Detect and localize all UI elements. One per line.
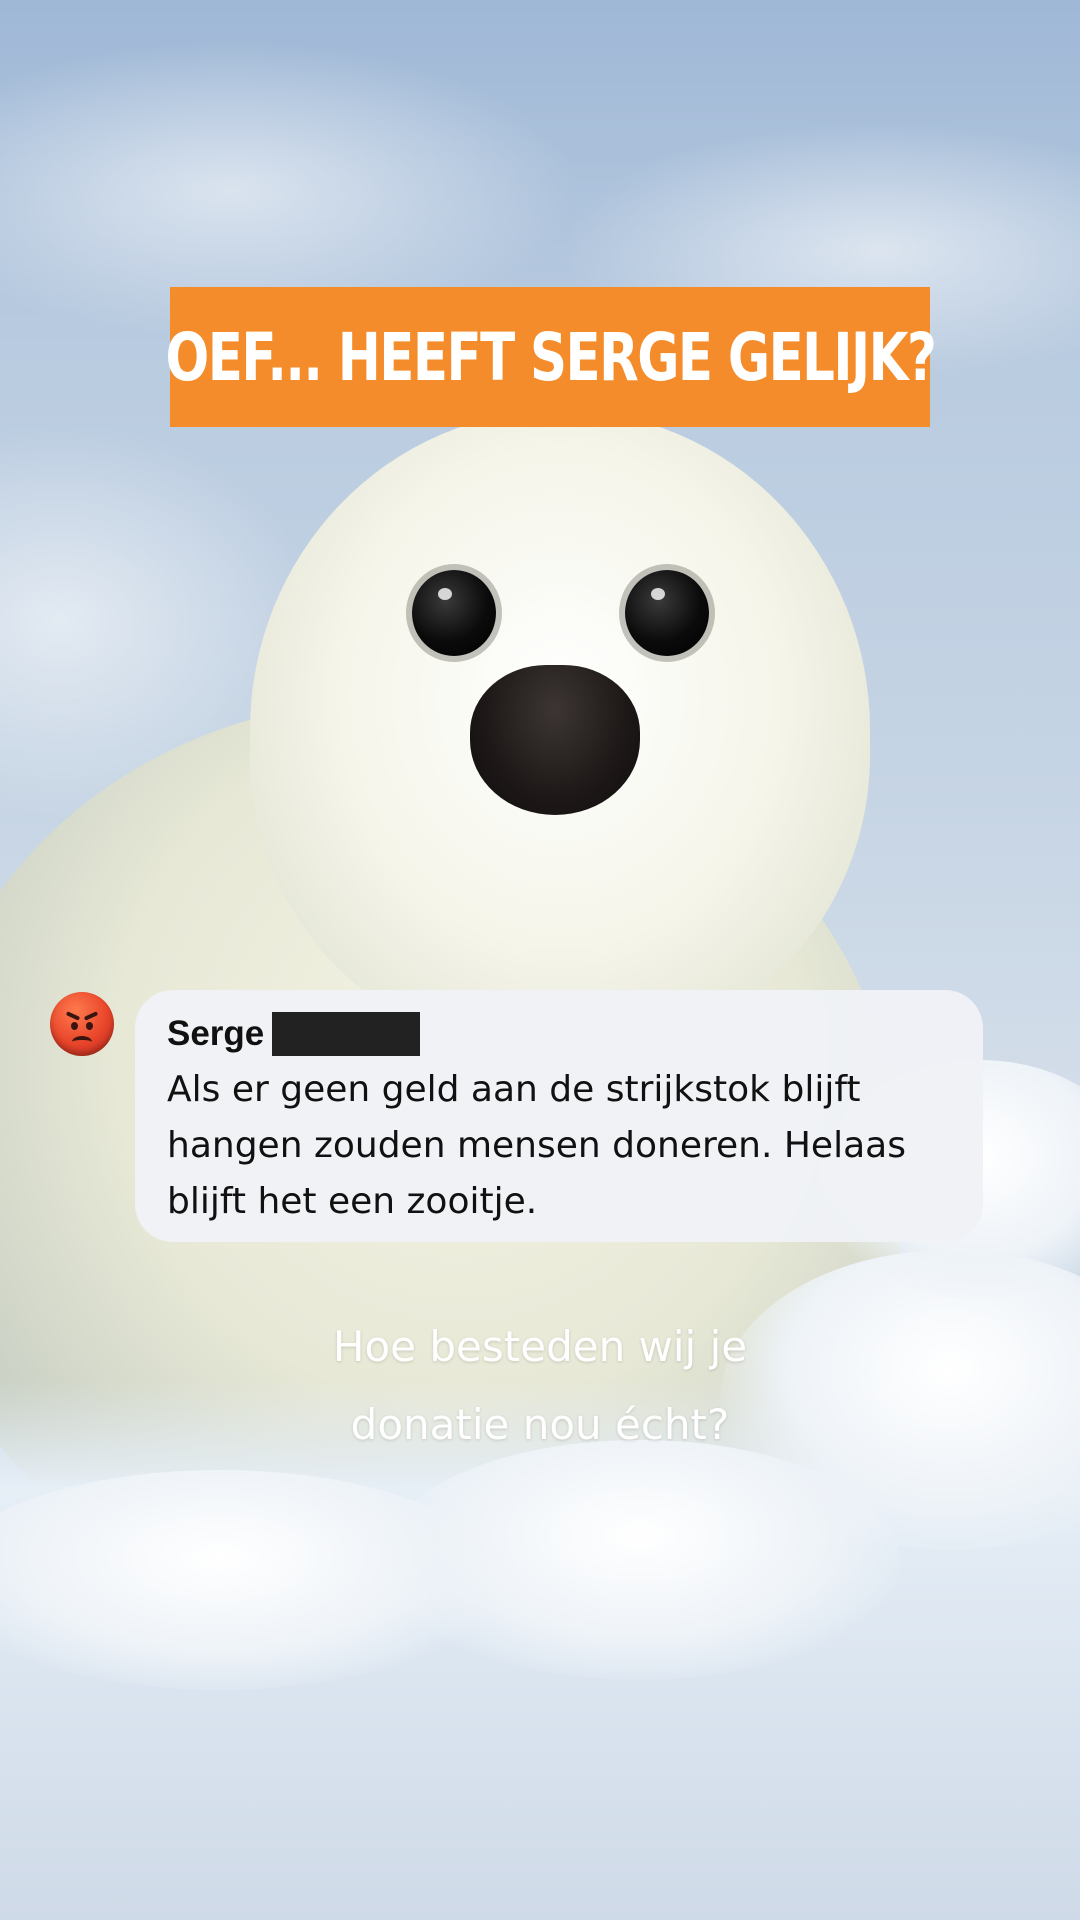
angry-face-icon [50,992,114,1056]
seal-eye-right [625,570,709,656]
redacted-surname-block [272,1012,421,1056]
caption: Hoe besteden wij je donatie nou écht? [240,1308,840,1464]
headline-text: OEF... HEEFT SERGE GELIJK? [165,318,936,396]
caption-line-1: Hoe besteden wij je [332,1322,748,1371]
seal-nose [470,665,640,815]
comment-author-name: Serge [167,1014,265,1053]
comment-author-row: Serge [167,1010,951,1058]
comment-bubble: Serge Als er geen geld aan de strijkstok… [135,990,983,1242]
headline-banner: OEF... HEEFT SERGE GELIJK? [165,287,936,427]
comment-text: Als er geen geld aan de strijkstok blijf… [167,1069,906,1222]
caption-line-2: donatie nou écht? [350,1400,730,1449]
seal-eye-left [412,570,496,656]
story-canvas: OEF... HEEFT SERGE GELIJK? Serge Als er … [0,0,1080,1920]
